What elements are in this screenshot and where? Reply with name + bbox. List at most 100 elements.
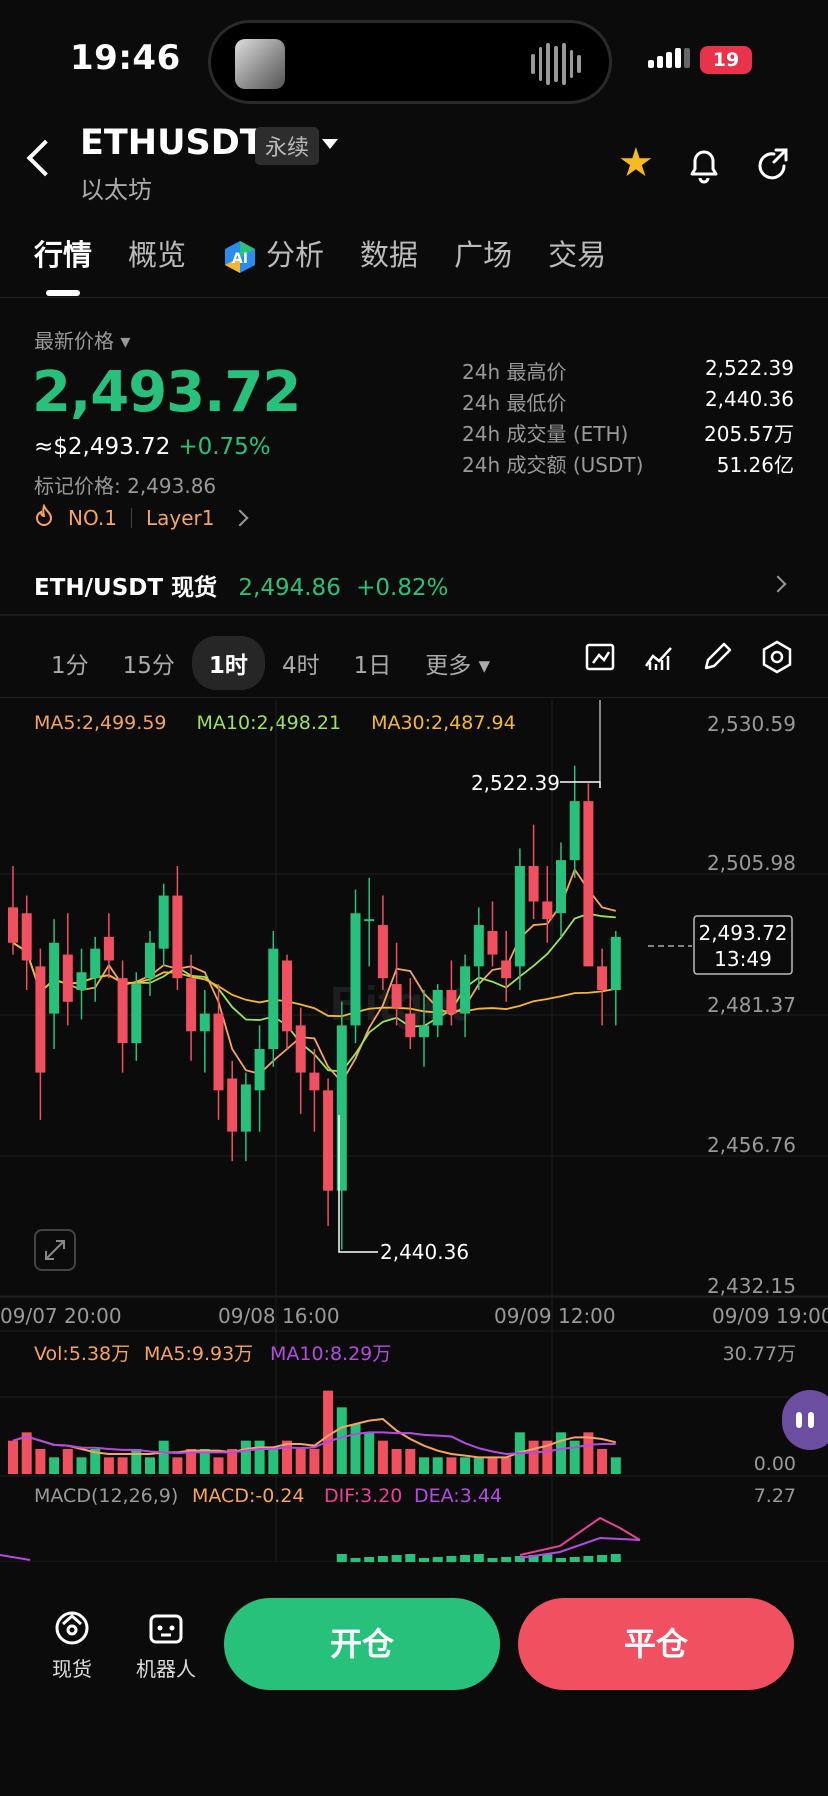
spot-change: +0.82%	[356, 575, 449, 601]
volume-bar	[254, 1440, 265, 1474]
macd-dea: DEA:3.44	[414, 1485, 502, 1507]
volume-bar	[309, 1449, 320, 1474]
spot-link-row[interactable]: ETH/USDT 现货 2,494.86 +0.82%	[34, 568, 794, 602]
share-icon[interactable]	[754, 146, 792, 184]
volume-bar	[131, 1449, 142, 1474]
ai-icon: AI	[225, 241, 256, 273]
open-position-button[interactable]: 开仓	[224, 1598, 500, 1690]
draw-pen-icon[interactable]	[700, 640, 734, 674]
tab-overview[interactable]: 概览	[128, 232, 186, 275]
mark-price: 标记价格: 2,493.86	[34, 474, 217, 498]
interval-1d[interactable]: 1日	[337, 636, 409, 690]
macd-max-label: 7.27	[754, 1485, 796, 1507]
spot-pair: ETH/USDT 现货	[34, 575, 218, 601]
tab-market[interactable]: 行情	[34, 232, 92, 275]
volume-bar	[158, 1440, 169, 1474]
volume-bar	[103, 1457, 114, 1474]
volume-bar	[336, 1407, 347, 1474]
spot-shortcut[interactable]: 现货	[50, 1608, 94, 1682]
volume-bar	[117, 1457, 128, 1474]
chevron-right-icon	[231, 509, 249, 526]
candle-body	[240, 1084, 251, 1132]
candle-body	[446, 989, 457, 1014]
candle-body	[487, 930, 498, 955]
candle-body	[8, 907, 18, 943]
interval-4h[interactable]: 4时	[265, 636, 337, 690]
candle-body	[21, 913, 32, 961]
volume-bar	[610, 1457, 621, 1474]
rank-tag: NO.1	[68, 505, 117, 530]
symbol-dropdown-icon[interactable]	[322, 139, 338, 149]
interval-1m[interactable]: 1分	[34, 636, 106, 690]
bot-shortcut[interactable]: 机器人	[136, 1608, 196, 1682]
macd-dif: DIF:3.20	[324, 1485, 402, 1507]
tab-data[interactable]: 数据	[360, 232, 418, 275]
candle-body	[556, 860, 566, 914]
macd-histogram-bar	[473, 1554, 484, 1562]
stat-row: 24h 最高价 2,522.39	[462, 356, 794, 384]
usd-price-row: ≈$2,493.72 +0.75%	[34, 434, 271, 460]
favorite-star-icon[interactable]: ★	[618, 143, 654, 183]
x-tick-label: 09/08 16:00	[218, 1304, 340, 1328]
flame-icon	[34, 503, 54, 531]
candle-body	[432, 989, 443, 1026]
interval-1h[interactable]: 1时	[191, 636, 265, 690]
candle-body	[186, 978, 197, 1032]
status-time: 19:46	[70, 38, 181, 78]
candle-body	[460, 966, 471, 1014]
macd-histogram-bar	[597, 1555, 608, 1562]
volume-bar	[35, 1449, 46, 1474]
chart-type-icon[interactable]	[642, 640, 676, 674]
symbol-title[interactable]: ETHUSDT	[80, 123, 264, 163]
volume-bar	[350, 1424, 361, 1474]
macd-value: MACD:-0.24	[192, 1485, 305, 1507]
candle-body	[103, 936, 114, 961]
candle-body	[528, 866, 539, 902]
candle-body	[419, 1025, 429, 1038]
volume-bar	[473, 1457, 484, 1474]
divider	[0, 697, 828, 698]
candle-body	[377, 925, 388, 979]
candle-body	[473, 925, 484, 967]
macd-histogram-bar	[501, 1557, 512, 1562]
fullscreen-expand-icon[interactable]	[34, 1229, 76, 1271]
interval-more[interactable]: 更多 ▾	[408, 636, 507, 690]
volume-bar	[528, 1440, 539, 1474]
volume-min-label: 0.00	[754, 1453, 796, 1475]
candle-body	[323, 1090, 334, 1191]
close-position-button[interactable]: 平仓	[518, 1598, 794, 1690]
candlestick-chart[interactable]: Bitget 2,530.59 2,505.98 2,481.37 2,456.…	[0, 700, 828, 1562]
indicator-toggle-icon[interactable]	[584, 640, 618, 674]
bell-icon[interactable]	[686, 146, 722, 184]
y-tick-label: 2,432.15	[707, 1274, 796, 1298]
dynamic-island[interactable]	[208, 20, 612, 104]
main-tabs: 行情 概览 AI 分析 数据 广场 交易	[34, 232, 606, 275]
stats-panel: 24h 最高价 2,522.39 24h 最低价 2,440.36 24h 成交量 …	[462, 356, 794, 480]
tab-analysis[interactable]: AI 分析	[222, 232, 324, 275]
candle-body	[542, 901, 553, 920]
assistant-bubble-icon[interactable]	[782, 1390, 828, 1450]
spot-label: 现货	[52, 1657, 92, 1681]
tab-square[interactable]: 广场	[454, 232, 512, 275]
candle-body	[391, 984, 402, 1008]
candle-body	[145, 942, 155, 979]
usd-approx-price: ≈$2,493.72	[34, 434, 171, 460]
macd-histogram-bar	[405, 1554, 416, 1562]
volume-bar	[268, 1449, 279, 1474]
macd-histogram-bar	[419, 1558, 429, 1562]
volume-bar	[240, 1440, 251, 1474]
back-arrow-icon[interactable]	[26, 139, 64, 177]
last-price: 2,493.72	[32, 360, 301, 425]
chevron-right-icon	[769, 575, 787, 593]
ma10-line	[12, 912, 616, 1073]
divider	[0, 297, 828, 298]
macd-params: MACD(12,26,9)	[34, 1485, 178, 1507]
spot-price: 2,494.86	[238, 575, 341, 601]
tab-trade[interactable]: 交易	[548, 232, 606, 275]
x-tick-label: 09/09 12:00	[494, 1304, 616, 1328]
latest-price-label[interactable]: 最新价格 ▾	[34, 325, 130, 354]
asset-tags[interactable]: NO.1 Layer1	[34, 503, 249, 531]
chart-settings-icon[interactable]	[760, 640, 794, 674]
interval-15m[interactable]: 15分	[106, 636, 192, 690]
macd-histogram-bar	[350, 1558, 361, 1562]
